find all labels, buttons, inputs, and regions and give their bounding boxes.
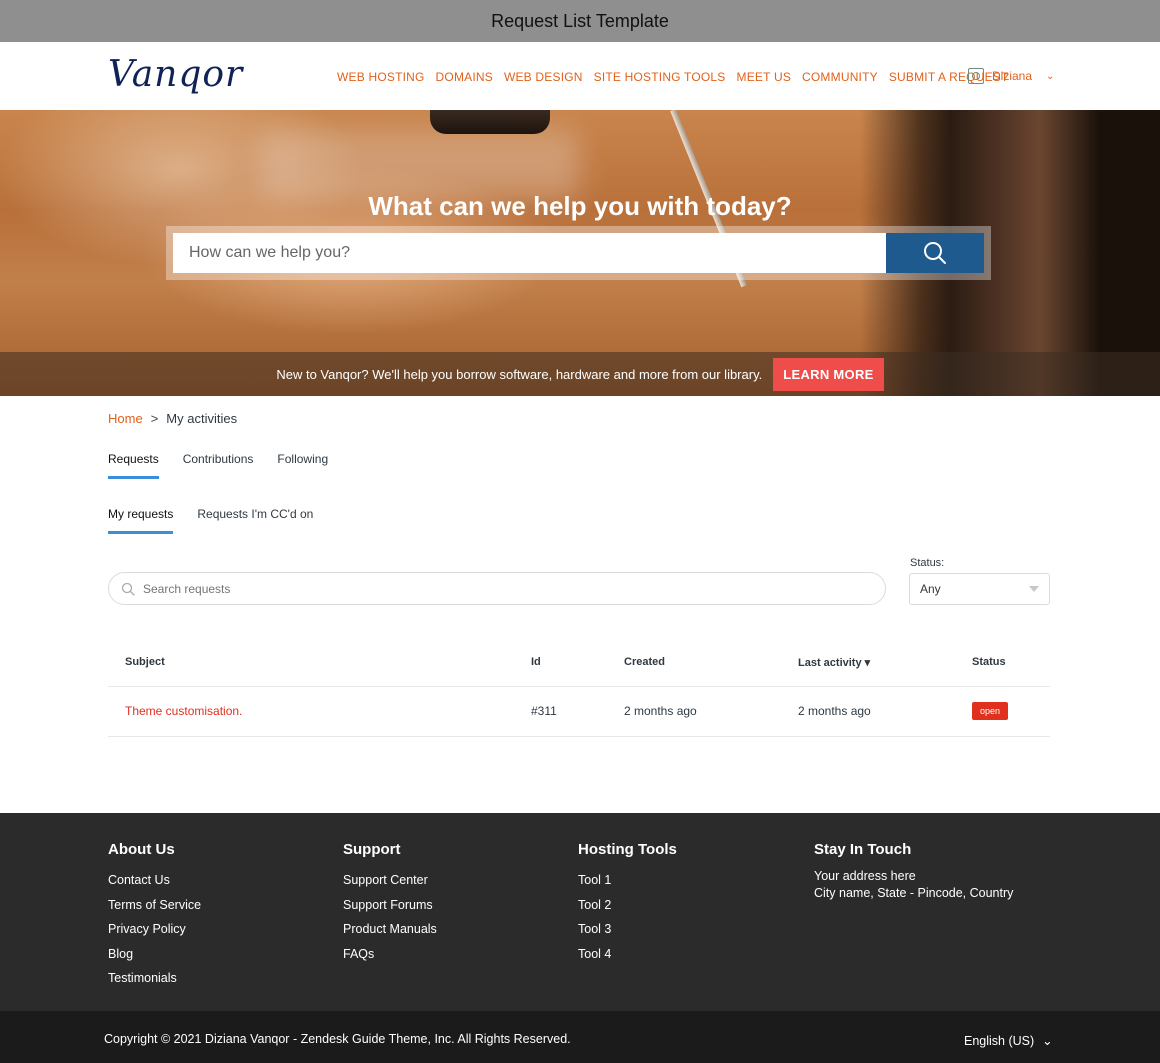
tab-following[interactable]: Following [277, 452, 328, 479]
promo-text: New to Vanqor? We'll help you borrow sof… [276, 366, 763, 382]
footer-link-contact[interactable]: Contact Us [108, 868, 201, 893]
footer-link-product-manuals[interactable]: Product Manuals [343, 917, 437, 942]
window-title-bar: Request List Template [0, 0, 1160, 42]
footer-link-tool-1[interactable]: Tool 1 [578, 868, 677, 893]
footer-support-title: Support [343, 841, 401, 858]
site-header: Vanqor WEB HOSTING DOMAINS WEB DESIGN SI… [0, 42, 1160, 110]
footer-support: Support Support Center Support Forums Pr… [343, 841, 437, 966]
footer-link-tool-3[interactable]: Tool 3 [578, 917, 677, 942]
nav-web-design[interactable]: WEB DESIGN [504, 70, 583, 84]
nav-community[interactable]: COMMUNITY [802, 70, 878, 84]
column-created: Created [624, 656, 665, 668]
request-last-activity: 2 months ago [798, 704, 871, 718]
footer-address-line2: City name, State - Pincode, Country [814, 886, 1014, 900]
learn-more-button[interactable]: LEARN MORE [773, 357, 884, 391]
footer-tools: Hosting Tools Tool 1 Tool 2 Tool 3 Tool … [578, 841, 677, 966]
hero-search [166, 226, 991, 280]
column-last-activity[interactable]: Last activity ▾ [798, 656, 870, 669]
nav-domains[interactable]: DOMAINS [436, 70, 493, 84]
search-icon [121, 582, 135, 596]
column-subject: Subject [125, 656, 165, 668]
nav-site-hosting-tools[interactable]: SITE HOSTING TOOLS [594, 70, 726, 84]
hero-section: What can we help you with today? New to … [0, 110, 1160, 396]
main-nav: WEB HOSTING DOMAINS WEB DESIGN SITE HOST… [337, 70, 1009, 84]
table-header: Subject Id Created Last activity ▾ Statu… [108, 641, 1050, 687]
user-menu[interactable]: Diziana ⌄ [968, 68, 1054, 84]
footer-contact: Stay In Touch Your address here City nam… [814, 841, 1013, 902]
footer-about-title: About Us [108, 841, 175, 858]
requests-table: Subject Id Created Last activity ▾ Statu… [108, 641, 1050, 737]
breadcrumb-current: My activities [166, 411, 238, 426]
footer-contact-title: Stay In Touch [814, 841, 912, 858]
promo-banner: New to Vanqor? We'll help you borrow sof… [0, 352, 1160, 396]
user-icon [968, 68, 984, 84]
tab-cc-requests[interactable]: Requests I'm CC'd on [197, 507, 313, 534]
status-select[interactable]: Any [909, 573, 1050, 605]
footer-link-tool-4[interactable]: Tool 4 [578, 942, 677, 967]
hero-background-highlight [260, 130, 580, 200]
footer-address-line1: Your address here [814, 869, 916, 883]
status-filter-label: Status: [910, 557, 945, 569]
column-status: Status [972, 656, 1006, 668]
footer-about: About Us Contact Us Terms of Service Pri… [108, 841, 201, 991]
table-row: Theme customisation. #311 2 months ago 2… [108, 687, 1050, 737]
tab-my-requests[interactable]: My requests [108, 507, 174, 534]
tab-contributions[interactable]: Contributions [183, 452, 254, 479]
hero-search-button[interactable] [886, 233, 984, 273]
nav-meet-us[interactable]: MEET US [737, 70, 792, 84]
footer-link-testimonials[interactable]: Testimonials [108, 966, 201, 991]
nav-web-hosting[interactable]: WEB HOSTING [337, 70, 425, 84]
language-selector[interactable]: English (US) ⌄ [964, 1033, 1053, 1049]
site-footer: About Us Contact Us Terms of Service Pri… [0, 813, 1160, 1011]
footer-link-tool-2[interactable]: Tool 2 [578, 893, 677, 918]
footer-link-blog[interactable]: Blog [108, 942, 201, 967]
tab-requests[interactable]: Requests [108, 452, 159, 479]
request-search-field [108, 572, 886, 605]
window-title: Request List Template [491, 10, 669, 31]
breadcrumb-separator: > [150, 411, 159, 426]
hero-search-input[interactable] [173, 233, 886, 273]
user-name: Diziana [992, 69, 1033, 83]
activity-tabs: Requests Contributions Following [108, 452, 328, 479]
footer-tools-title: Hosting Tools [578, 841, 677, 858]
request-created: 2 months ago [624, 704, 697, 718]
logo[interactable]: Vanqor [108, 54, 243, 95]
request-id: #311 [531, 704, 557, 718]
request-subject-link[interactable]: Theme customisation. [125, 704, 242, 718]
footer-bottom-bar: Copyright © 2021 Diziana Vanqor - Zendes… [0, 1011, 1160, 1063]
footer-link-privacy[interactable]: Privacy Policy [108, 917, 201, 942]
breadcrumb: Home > My activities [108, 411, 237, 426]
language-label: English (US) [964, 1033, 1035, 1048]
hero-lamp-image [430, 110, 550, 134]
status-select-value: Any [920, 582, 941, 596]
breadcrumb-home[interactable]: Home [108, 411, 143, 426]
status-badge: open [972, 702, 1009, 720]
request-search-input[interactable] [143, 581, 843, 596]
request-subtabs: My requests Requests I'm CC'd on [108, 507, 313, 534]
chevron-down-icon: ⌄ [1042, 1034, 1053, 1048]
footer-link-support-forums[interactable]: Support Forums [343, 893, 437, 918]
footer-link-faqs[interactable]: FAQs [343, 942, 437, 967]
footer-link-terms[interactable]: Terms of Service [108, 893, 201, 918]
hero-title: What can we help you with today? [368, 191, 792, 221]
footer-link-support-center[interactable]: Support Center [343, 868, 437, 893]
column-id: Id [531, 656, 541, 668]
dropdown-triangle-icon [1029, 586, 1039, 592]
search-icon [924, 242, 946, 264]
chevron-down-icon: ⌄ [1046, 70, 1055, 82]
copyright-text: Copyright © 2021 Diziana Vanqor - Zendes… [104, 1032, 571, 1046]
hero-search-box [173, 233, 984, 273]
